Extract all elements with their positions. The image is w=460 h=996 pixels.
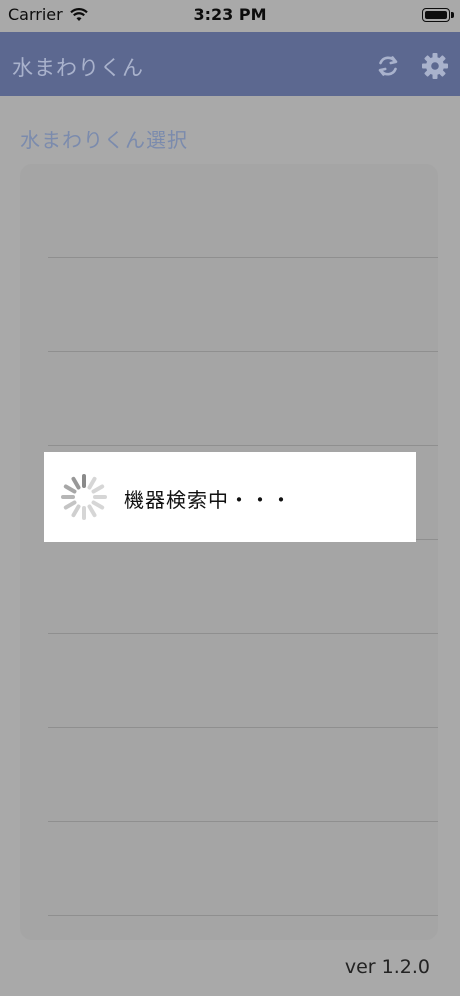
list-item[interactable]	[48, 351, 438, 352]
app-title: 水まわりくん	[12, 56, 144, 80]
navigation-bar: 水まわりくん	[0, 32, 460, 96]
status-time: 3:23 PM	[193, 5, 267, 24]
version-label: ver 1.2.0	[344, 956, 430, 978]
list-item[interactable]	[48, 445, 438, 446]
loading-message: 機器検索中・・・	[124, 488, 292, 512]
device-list	[20, 164, 438, 940]
list-item[interactable]	[48, 633, 438, 634]
status-bar: Carrier 3:23 PM	[0, 0, 460, 32]
list-item[interactable]	[48, 821, 438, 822]
loading-spinner-icon	[61, 474, 107, 520]
section-title: 水まわりくん選択	[20, 128, 188, 152]
battery-icon	[422, 8, 454, 22]
loading-dialog: 機器検索中・・・	[44, 452, 416, 542]
list-item[interactable]	[48, 727, 438, 728]
list-item[interactable]	[48, 257, 438, 258]
gear-icon[interactable]	[421, 52, 449, 80]
refresh-icon[interactable]	[374, 52, 402, 80]
list-item[interactable]	[48, 915, 438, 916]
